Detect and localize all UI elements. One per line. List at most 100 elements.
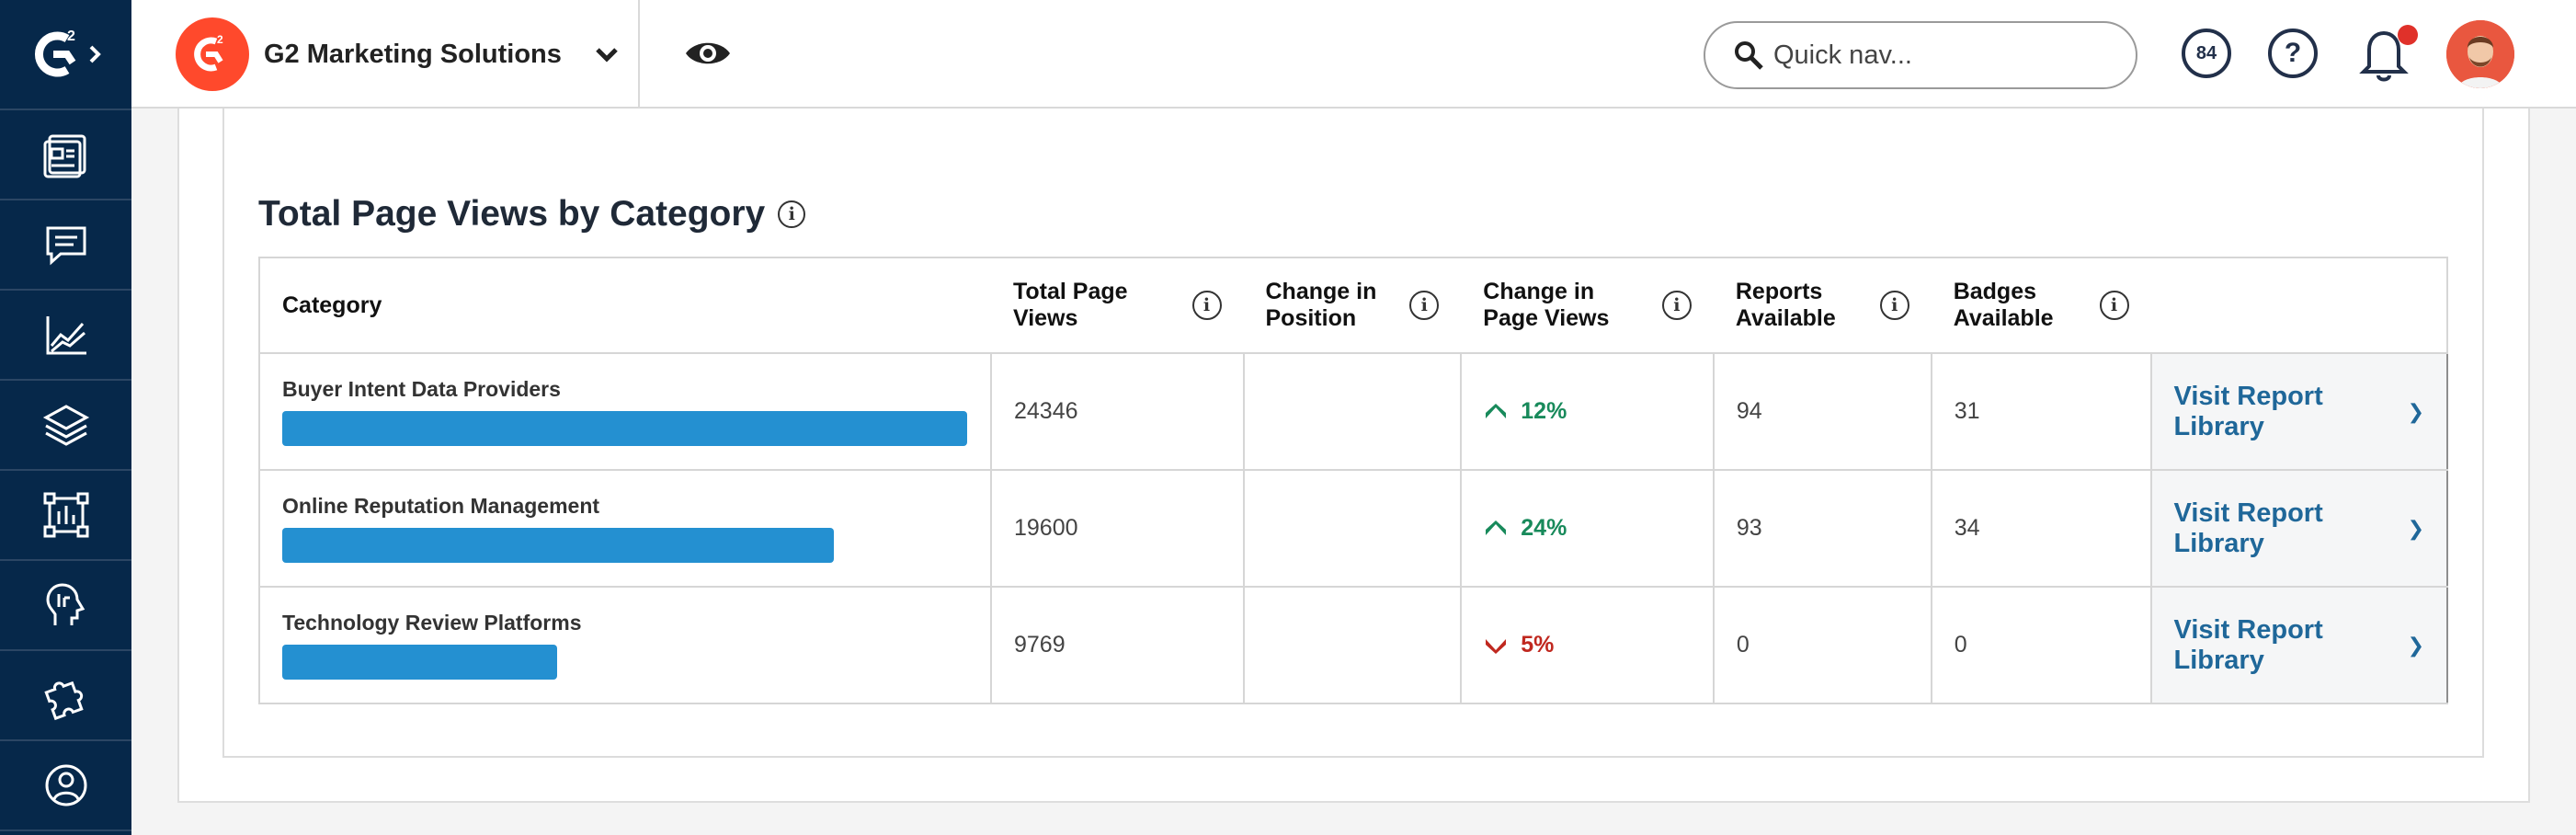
reports-available-cell: 93 bbox=[1712, 469, 1932, 588]
puzzle-icon bbox=[43, 681, 84, 721]
user-avatar-image bbox=[2446, 20, 2514, 88]
chevron-up-icon bbox=[1486, 520, 1507, 535]
change-value: 5% bbox=[1521, 632, 1555, 658]
help-icon[interactable]: ? bbox=[2268, 29, 2318, 78]
g2-logo[interactable]: 2 bbox=[0, 0, 131, 110]
sidebar-item-integrations[interactable] bbox=[0, 651, 131, 741]
column-header-change-in-page-views: Change in Page Views i bbox=[1461, 257, 1714, 354]
brain-head-icon bbox=[45, 583, 85, 625]
category-cell: Buyer Intent Data Providers bbox=[258, 352, 992, 471]
g2-brand-icon: 2 bbox=[194, 33, 223, 72]
quick-nav-search[interactable] bbox=[1704, 21, 2137, 89]
change-in-position-cell bbox=[1242, 469, 1463, 588]
total-page-views-cell: 9769 bbox=[989, 586, 1245, 704]
change-in-position-cell bbox=[1242, 586, 1463, 704]
svg-text:2: 2 bbox=[217, 33, 223, 46]
info-icon[interactable]: i bbox=[778, 200, 806, 228]
score-badge[interactable]: 84 bbox=[2182, 29, 2231, 78]
sidebar-item-reports[interactable] bbox=[0, 471, 131, 561]
search-input[interactable] bbox=[1773, 40, 2104, 71]
visit-report-library-link[interactable]: Visit Report Library ❯ bbox=[2174, 615, 2424, 676]
sidebar-item-intelligence[interactable] bbox=[0, 561, 131, 651]
page-views-bar-fill bbox=[282, 528, 834, 563]
change-indicator: 5% bbox=[1484, 632, 1691, 658]
column-header-reports-available: Reports Available i bbox=[1713, 257, 1932, 354]
page-views-bar bbox=[282, 528, 967, 563]
sidebar-item-messages[interactable] bbox=[0, 200, 131, 291]
chevron-down-icon bbox=[596, 48, 618, 63]
chevron-right-icon: ❯ bbox=[2407, 516, 2424, 540]
user-circle-icon bbox=[45, 764, 86, 806]
chevron-down-icon bbox=[1486, 638, 1507, 654]
page-views-bar-fill bbox=[282, 645, 557, 680]
change-in-page-views-cell: 5% bbox=[1460, 586, 1715, 704]
search-icon bbox=[1735, 41, 1763, 70]
chevron-right-icon: ❯ bbox=[2407, 399, 2424, 423]
line-chart-icon bbox=[46, 316, 86, 355]
total-page-views-cell: 24346 bbox=[989, 352, 1245, 471]
company-switcher[interactable]: 2 G2 Marketing Solutions bbox=[176, 17, 619, 91]
change-value: 12% bbox=[1521, 398, 1567, 424]
sidebar-item-analytics[interactable] bbox=[0, 291, 131, 381]
page-views-bar bbox=[282, 645, 967, 680]
table-row: Online Reputation Management 19600 24% 9… bbox=[258, 469, 2449, 588]
chat-icon bbox=[46, 226, 85, 266]
category-name: Technology Review Platforms bbox=[282, 611, 582, 635]
reports-available-cell: 94 bbox=[1712, 352, 1932, 471]
badges-available-cell: 31 bbox=[1930, 352, 2152, 471]
svg-text:2: 2 bbox=[67, 29, 75, 44]
eye-icon[interactable] bbox=[682, 34, 734, 73]
visit-report-library-link[interactable]: Visit Report Library ❯ bbox=[2174, 382, 2424, 442]
change-indicator: 12% bbox=[1484, 398, 1691, 425]
category-cell: Online Reputation Management bbox=[258, 469, 992, 588]
frame-chart-icon bbox=[43, 492, 88, 538]
top-header: 2 G2 Marketing Solutions 84 ? bbox=[131, 0, 2576, 109]
avatar[interactable] bbox=[2446, 20, 2514, 88]
table-row: Technology Review Platforms 9769 5% 0 0 … bbox=[258, 586, 2449, 704]
visit-report-library-cell: Visit Report Library ❯ bbox=[2149, 586, 2449, 704]
change-indicator: 24% bbox=[1484, 515, 1691, 542]
visit-report-library-link[interactable]: Visit Report Library ❯ bbox=[2174, 498, 2424, 559]
change-in-page-views-cell: 24% bbox=[1460, 469, 1715, 588]
page-views-bar-fill bbox=[282, 411, 967, 446]
reports-available-cell: 0 bbox=[1712, 586, 1932, 704]
info-icon[interactable]: i bbox=[1661, 291, 1692, 320]
column-header-badges-available: Badges Available i bbox=[1931, 257, 2151, 354]
header-divider bbox=[638, 0, 640, 109]
page-views-table: Category Total Page Views i Change in Pos… bbox=[258, 257, 2449, 704]
category-cell: Technology Review Platforms bbox=[258, 586, 992, 704]
sidebar-item-account[interactable] bbox=[0, 741, 131, 831]
sidebar-item-dashboard[interactable] bbox=[0, 110, 131, 200]
table-row: Buyer Intent Data Providers 24346 12% 94… bbox=[258, 352, 2449, 471]
sidebar: 2 bbox=[0, 0, 131, 835]
column-header-actions bbox=[2150, 257, 2449, 354]
info-icon[interactable]: i bbox=[1879, 291, 1909, 320]
total-page-views-cell: 19600 bbox=[989, 469, 1245, 588]
info-icon[interactable]: i bbox=[1409, 291, 1440, 320]
company-name: G2 Marketing Solutions bbox=[264, 39, 562, 69]
chevron-up-icon bbox=[1486, 403, 1507, 418]
info-icon[interactable]: i bbox=[2099, 291, 2129, 320]
dashboard-icon bbox=[43, 134, 85, 178]
layers-icon bbox=[42, 405, 89, 446]
section-heading: Total Page Views by Category i bbox=[258, 189, 806, 240]
g2-brand-logo: 2 bbox=[176, 17, 249, 91]
notification-badge bbox=[2398, 25, 2418, 45]
visit-report-library-cell: Visit Report Library ❯ bbox=[2149, 352, 2449, 471]
table-header-row: Category Total Page Views i Change in Pos… bbox=[258, 257, 2449, 354]
section-title: Total Page Views by Category bbox=[258, 194, 766, 234]
badges-available-cell: 0 bbox=[1930, 586, 2152, 704]
visit-report-library-cell: Visit Report Library ❯ bbox=[2149, 469, 2449, 588]
category-name: Buyer Intent Data Providers bbox=[282, 377, 561, 401]
column-header-total-page-views: Total Page Views i bbox=[990, 257, 1244, 354]
change-value: 24% bbox=[1521, 515, 1567, 541]
category-name: Online Reputation Management bbox=[282, 494, 600, 518]
change-in-page-views-cell: 12% bbox=[1460, 352, 1715, 471]
info-icon[interactable]: i bbox=[1191, 291, 1222, 320]
chevron-right-icon: ❯ bbox=[2407, 633, 2424, 657]
column-header-category: Category bbox=[258, 257, 991, 354]
change-in-position-cell bbox=[1242, 352, 1463, 471]
column-header-change-in-position: Change in Position i bbox=[1243, 257, 1462, 354]
page-views-bar bbox=[282, 411, 967, 446]
sidebar-item-layers[interactable] bbox=[0, 381, 131, 471]
